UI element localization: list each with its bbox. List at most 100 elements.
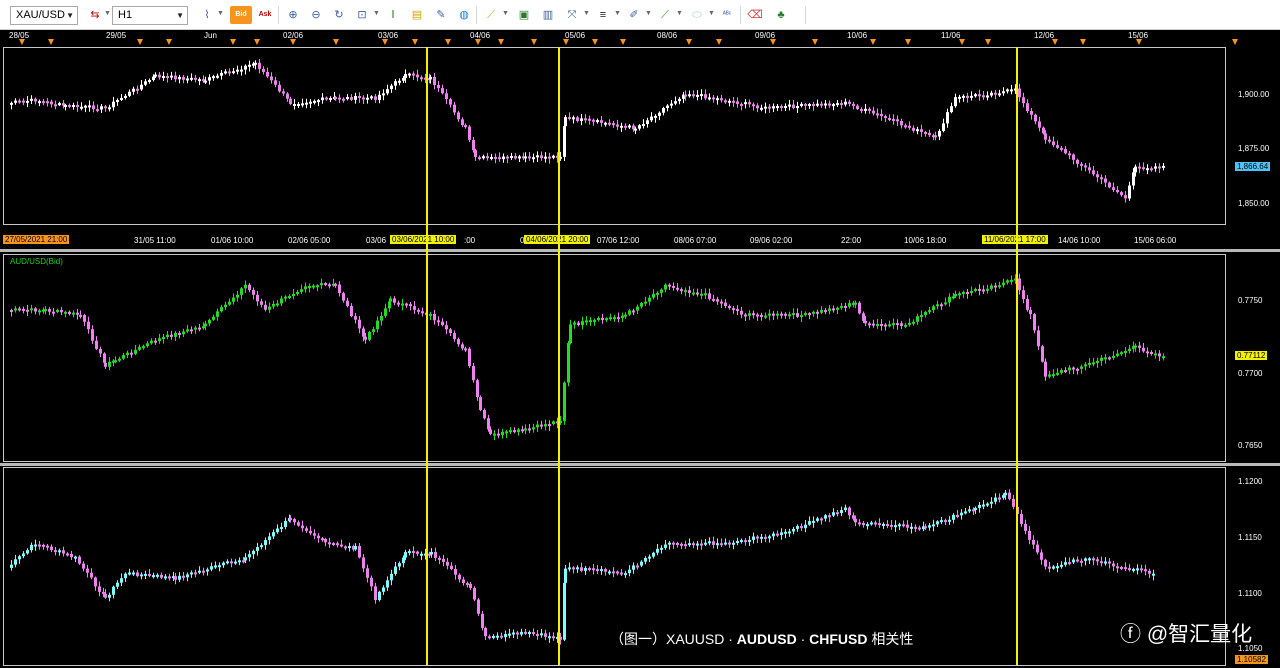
candle-body — [1084, 364, 1087, 367]
chevron-down-icon[interactable]: ▼ — [502, 10, 509, 17]
ruler-icon[interactable]: ⟋ — [482, 6, 500, 24]
candle-body — [276, 528, 279, 533]
candle-body — [449, 329, 452, 334]
ellipse-icon[interactable]: ⬭ — [688, 6, 706, 24]
candle-body — [514, 156, 517, 159]
candle-body — [74, 556, 77, 559]
globe-icon[interactable]: ◍ — [455, 6, 473, 24]
symbol-select[interactable]: XAU/USD ▼ — [10, 6, 78, 25]
xauusd-chart-panel[interactable] — [3, 47, 1226, 225]
chevron-down-icon[interactable]: ▼ — [676, 10, 683, 17]
candle-body — [892, 118, 895, 121]
tree-icon[interactable]: ♣ — [772, 6, 790, 24]
price-label: 1.1100 — [1238, 589, 1262, 598]
zoom-in-icon[interactable]: ⊕ — [284, 6, 302, 24]
chevron-down-icon[interactable]: ▼ — [583, 10, 590, 17]
refresh-icon[interactable]: ↻ — [330, 6, 348, 24]
candle-body — [160, 574, 163, 578]
zoom-fit-icon[interactable]: ⊡ — [353, 6, 371, 24]
fibonacci-icon[interactable]: ⤧ — [563, 6, 581, 24]
candle-body — [416, 551, 419, 554]
candle-body — [978, 94, 981, 97]
chevron-down-icon[interactable]: ▼ — [645, 10, 652, 17]
chevron-down-icon[interactable]: ▼ — [614, 10, 621, 17]
candle-body — [880, 114, 883, 117]
candle-body — [513, 430, 516, 433]
candle-body — [18, 556, 21, 560]
top-timeline: 28/05 29/05 Jun 02/06 03/06 04/06 05/06 … — [0, 30, 1280, 45]
cursor-line[interactable] — [558, 47, 560, 665]
text-abc-icon[interactable]: ᴬᴮᶜ — [718, 6, 736, 24]
audusd-chart-panel[interactable]: AUD/USD(Bid) — [3, 254, 1226, 462]
chart-type-icon[interactable]: ⇆ — [86, 6, 104, 24]
candle-body — [540, 424, 543, 427]
candle-body — [962, 291, 965, 294]
candle-body — [166, 334, 169, 338]
panel-separator[interactable] — [0, 463, 1280, 466]
timeframe-select[interactable]: H1 ▼ — [112, 6, 188, 25]
candle-body — [76, 312, 79, 315]
candle-body — [640, 561, 643, 566]
candle-body — [548, 424, 551, 427]
candle-body — [54, 104, 57, 107]
candle-body — [804, 524, 807, 529]
time-marker-icon — [333, 39, 339, 45]
candle-body — [384, 308, 387, 316]
candle-body — [752, 313, 755, 316]
figure-caption: （图一）XAUUSD · AUDUSD · CHFUSD 相关性 — [610, 629, 913, 649]
draw-icon[interactable]: ✎ — [432, 6, 450, 24]
candle-body — [378, 591, 381, 600]
candle-body — [892, 323, 895, 326]
line-tool-icon[interactable]: ⟋ — [656, 6, 674, 24]
candle-body — [1124, 567, 1127, 570]
lines-icon[interactable]: ≡ — [594, 6, 612, 24]
ask-button[interactable]: Ask — [254, 6, 276, 24]
candle-body — [136, 88, 139, 91]
cursor-line[interactable] — [1016, 47, 1018, 665]
candle-body — [76, 105, 79, 108]
candle-body — [844, 101, 847, 105]
candle-body — [724, 302, 727, 307]
cursor-line[interactable] — [426, 47, 428, 665]
print-icon[interactable]: ▥ — [539, 6, 557, 24]
candle-body — [764, 536, 767, 539]
candle-body — [888, 118, 891, 121]
candle-body — [1154, 166, 1157, 169]
candle-body — [154, 74, 157, 77]
chevron-down-icon[interactable]: ▼ — [373, 10, 380, 17]
indicator-icon[interactable]: Ⅰ — [384, 6, 402, 24]
candle-body — [232, 71, 235, 74]
candle-body — [296, 291, 299, 294]
candle-body — [289, 98, 292, 105]
chevron-down-icon[interactable]: ▼ — [217, 10, 224, 17]
chart-line-icon[interactable]: ⌇ — [198, 6, 216, 24]
candle-body — [390, 85, 393, 90]
candle-body — [716, 543, 719, 546]
chevron-down-icon[interactable]: ▼ — [104, 10, 111, 17]
panel-separator[interactable] — [0, 249, 1280, 252]
candle-body — [408, 551, 411, 554]
trend-pen-icon[interactable]: ✐ — [625, 6, 643, 24]
candle-body — [832, 308, 835, 311]
candle-body — [505, 431, 508, 434]
image-icon[interactable]: ▣ — [515, 6, 533, 24]
zoom-out-icon[interactable]: ⊖ — [307, 6, 325, 24]
candle-body — [966, 291, 969, 294]
candle-body — [696, 292, 699, 295]
candle-body — [1041, 346, 1044, 362]
candle-body — [1080, 163, 1083, 166]
candle-body — [728, 306, 731, 309]
candle-body — [870, 522, 873, 525]
candle-body — [508, 633, 511, 636]
candle-body — [412, 73, 415, 76]
chevron-down-icon[interactable]: ▼ — [708, 10, 715, 17]
candle-body — [338, 284, 341, 294]
candle-body — [536, 424, 539, 428]
candle-body — [684, 544, 687, 547]
candle-body — [796, 526, 799, 529]
candle-body — [600, 120, 603, 123]
note-icon[interactable]: ▤ — [408, 6, 426, 24]
bid-button[interactable]: Bid — [230, 6, 252, 24]
candle-body — [684, 290, 687, 293]
eraser-icon[interactable]: ⌫ — [746, 6, 764, 24]
